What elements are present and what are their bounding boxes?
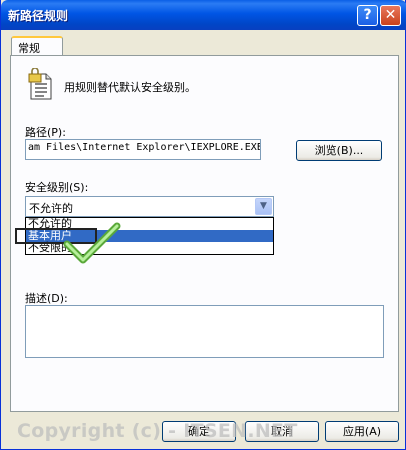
copyright-watermark: Copyright (c) - ITSEN.NET <box>17 420 298 442</box>
tab-general-label: 常规 <box>18 42 40 55</box>
path-label: 路径(P): <box>25 126 66 139</box>
close-button[interactable]: ✕ <box>380 5 401 26</box>
tab-general[interactable]: 常规 <box>11 36 63 56</box>
browse-button[interactable]: 浏览(B)... <box>296 140 382 161</box>
title-bar[interactable]: 新路径规则 ? ✕ <box>1 0 406 30</box>
path-input[interactable]: am Files\Internet Explorer\IEXPLORE.EXE <box>25 139 261 160</box>
description-field[interactable] <box>25 305 384 358</box>
dialog-window: 新路径规则 ? ✕ 常规 用规则替代默认安全级别。 路径(P): am File… <box>0 0 406 450</box>
apply-button[interactable]: 应用(A) <box>325 421 399 442</box>
security-level-value: 不允许的 <box>29 202 73 215</box>
help-button[interactable]: ? <box>357 5 378 26</box>
security-level-label: 安全级别(S): <box>25 181 89 194</box>
chevron-down-icon[interactable]: ▼ <box>255 198 272 215</box>
window-title: 新路径规则 <box>8 9 69 23</box>
description-label: 描述(D): <box>25 292 68 305</box>
intro-text: 用规则替代默认安全级别。 <box>64 81 196 94</box>
security-level-select[interactable]: 不允许的 ▼ <box>25 196 274 217</box>
document-lock-icon <box>28 68 52 100</box>
green-check-icon <box>63 222 121 264</box>
